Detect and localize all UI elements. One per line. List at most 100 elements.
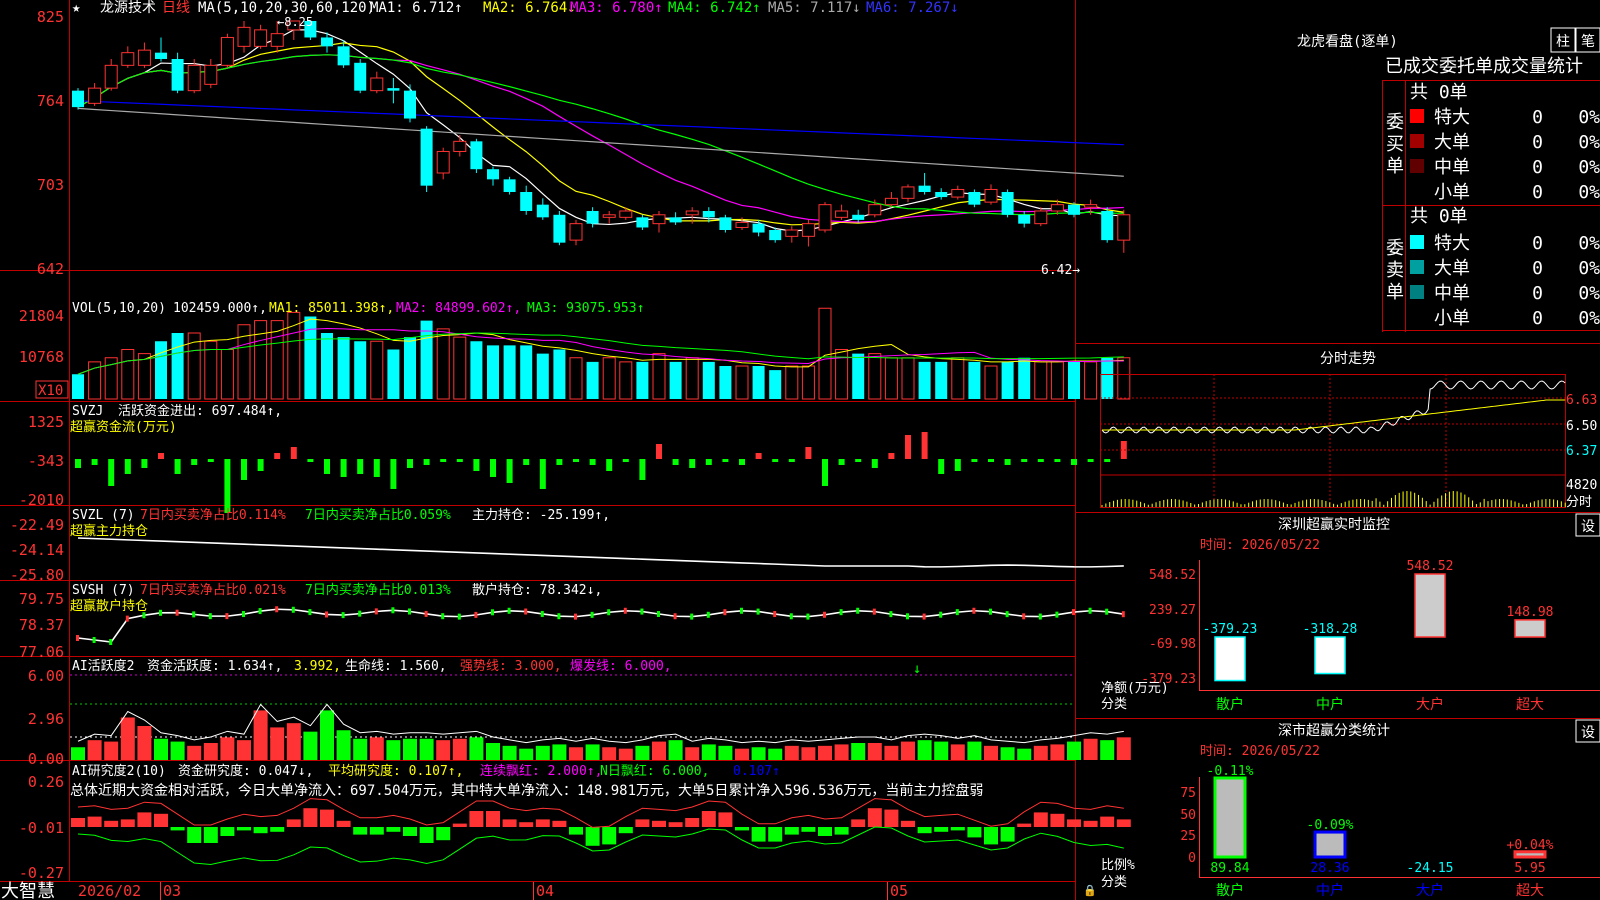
sz-monitor-settings-label: 设 [1581, 519, 1595, 535]
lhb-tabs[interactable]: 已成交委托单成交量统计 [1385, 56, 1583, 77]
svzj-bar [473, 459, 480, 471]
svsh-point [673, 613, 677, 620]
svzj-bar [905, 435, 911, 459]
svsh-point [756, 608, 760, 615]
ai-activity-bar [735, 748, 749, 760]
intraday-panel[interactable]: 分时走势 6.63 6.50 6.37 4820 分时 [1100, 351, 1597, 510]
svzl-axis-label: -22.49 [10, 516, 64, 534]
svzj-value: 活跃资金进出: 697.484↑, [118, 403, 282, 419]
ai-activity-bar [818, 745, 832, 760]
ai-research-bar [237, 827, 251, 831]
ai-activity-bar [585, 744, 600, 760]
svsh-axis-label: 78.37 [19, 616, 64, 634]
svsh-point [1121, 611, 1125, 618]
svzj-bar [506, 459, 513, 483]
svsh-panel[interactable] [76, 606, 1125, 645]
svzj-bar [689, 459, 696, 468]
svsh-point [1022, 613, 1026, 620]
lock-icon[interactable]: 🔒 [1083, 884, 1097, 897]
candle-body [453, 140, 467, 152]
svsh-subtitle: 超赢散户持仓 [70, 598, 148, 614]
volume-bar [935, 361, 948, 399]
svzj-bar [174, 459, 181, 474]
volume-axis: 21804 10768 [19, 307, 64, 366]
intraday-vol-label: 4820 [1566, 478, 1597, 493]
ai-activity-axis-label: 2.96 [28, 710, 64, 728]
candle-body [72, 90, 84, 108]
volume-bar [470, 341, 483, 399]
ai-activity-bar [1033, 745, 1048, 760]
candle-body [536, 204, 549, 218]
candle-body [852, 214, 865, 220]
svzj-bar [1054, 459, 1061, 462]
ai-research-bar [851, 819, 866, 827]
favorite-star-icon[interactable]: ★ [72, 0, 81, 16]
ai-research-bar [187, 827, 202, 843]
buy-row-count: 0 [1532, 182, 1543, 203]
volume-bar [901, 357, 915, 400]
volume-bar [586, 361, 599, 399]
svsh-point [457, 613, 461, 620]
volume-bar [1084, 361, 1098, 400]
svzj-bar [888, 453, 895, 459]
candle-body [270, 33, 284, 47]
svsh-point [341, 612, 345, 619]
volume-indicator-name: VOL(5,10,20) [72, 301, 166, 316]
svzj-bar [407, 459, 413, 468]
low-price-annotation: 6.42→ [1041, 263, 1080, 278]
sell-order-label: 委 [1386, 238, 1404, 259]
candle-body [1084, 204, 1098, 208]
volume-bar [220, 349, 234, 400]
svsh-point [242, 611, 245, 618]
ai-research-bar [1116, 819, 1131, 827]
ai-activity-panel[interactable]: ↓ [70, 661, 1131, 760]
price-panel[interactable]: ←8.25 6.42→ [72, 15, 1131, 278]
svsh-point [789, 613, 793, 620]
svzj-panel[interactable] [75, 432, 1127, 513]
ai-research-bar [685, 818, 700, 827]
candle-body [685, 210, 699, 216]
ai-research-bar [71, 818, 85, 827]
ai-activity-bar [1083, 738, 1098, 760]
ai-research-bar [1017, 823, 1032, 827]
ai-activity-bar [984, 745, 998, 760]
svsh-point [92, 637, 96, 643]
ai-activity-bar [120, 717, 135, 760]
buy-order-label: 单 [1386, 156, 1404, 177]
sell-row-pct: 0% [1578, 283, 1600, 304]
svsh-point [839, 609, 843, 616]
svzl-subtitle: 超赢主力持仓 [70, 523, 148, 539]
candle-body [503, 179, 516, 192]
svsh-point [872, 608, 876, 615]
volume-bar [752, 366, 765, 399]
sz-monitor-bar [1314, 636, 1346, 675]
svzj-bar [656, 444, 662, 459]
svzl-panel[interactable] [77, 537, 1124, 568]
sz-class-category: 超大 [1516, 883, 1544, 899]
svzj-bar [573, 459, 579, 462]
ai-research-a: 资金研究度: 0.047↓, [178, 763, 313, 779]
candle-body [354, 62, 367, 91]
ai-research-axis-label: 0.26 [28, 773, 64, 791]
ai-activity-bar [751, 747, 766, 760]
svsh-header: SVSH (7) 7日内买卖净占比0.021% 7日内买卖净占比0.013% 散… [70, 582, 602, 614]
intraday-axis-label: 6.63 [1566, 393, 1597, 408]
candle-body [171, 59, 184, 91]
ai-activity-bar [71, 747, 85, 760]
ai-research-bar [668, 822, 683, 827]
buy-row-pct: 0% [1578, 132, 1600, 153]
svzj-bar [1037, 459, 1044, 462]
volume-panel[interactable] [72, 307, 1131, 400]
svsh-point [657, 610, 660, 617]
volume-bar [602, 357, 616, 400]
ai-research-bar [104, 820, 119, 827]
ai-activity-bar [967, 741, 982, 760]
ai-activity-b: 3.992, [294, 659, 341, 674]
ai-research-panel[interactable] [71, 798, 1131, 866]
ai-activity-bar [934, 741, 949, 760]
candle-body [337, 46, 350, 66]
ai-activity-bar [535, 745, 550, 760]
candle-body [884, 197, 898, 206]
tick-mode-button-label: 笔 [1581, 34, 1595, 50]
ai-activity-bar [154, 738, 168, 760]
